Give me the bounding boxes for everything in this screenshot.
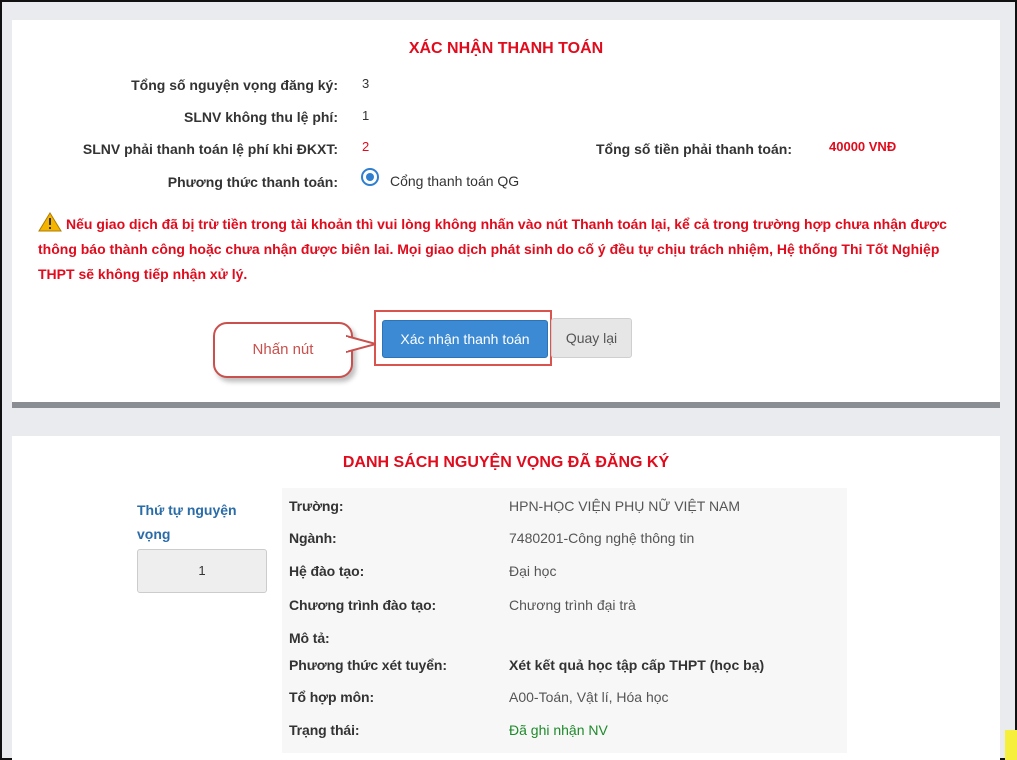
detail-row-program: Chương trình đào tạo: Chương trình đại t… [282, 591, 847, 619]
detail-value: A00-Toán, Vật lí, Hóa học [509, 689, 669, 705]
detail-key: Trường: [289, 498, 344, 514]
payment-method-value: Cổng thanh toán QG [390, 173, 520, 189]
detail-row-description: Mô tả: [282, 624, 847, 652]
status-value: Đã ghi nhận NV [509, 722, 608, 738]
detail-key: Chương trình đào tạo: [289, 597, 437, 613]
detail-row-subjects: Tổ hợp môn: A00-Toán, Vật lí, Hóa học [282, 683, 847, 711]
detail-key: Phương thức xét tuyển: [289, 657, 447, 673]
confirm-payment-button[interactable]: Xác nhận thanh toán [382, 320, 548, 358]
press-button-callout: Nhấn nút [213, 322, 353, 378]
wish-list-title: DANH SÁCH NGUYỆN VỌNG ĐÃ ĐĂNG KÝ [342, 454, 670, 471]
detail-value: HPN-HỌC VIỆN PHỤ NỮ VIỆT NAM [509, 498, 741, 514]
payment-method-label: Phương thức thanh toán: [167, 174, 338, 190]
total-wishes-value: 3 [362, 76, 370, 91]
detail-row-school: Trường: HPN-HỌC VIỆN PHỤ NỮ VIỆT NAM [282, 492, 847, 520]
paid-wishes-value: 2 [362, 139, 370, 154]
back-button[interactable]: Quay lại [551, 318, 632, 358]
detail-row-method: Phương thức xét tuyển: Xét kết quả học t… [282, 651, 847, 679]
detail-row-status: Trạng thái: Đã ghi nhận NV [282, 716, 847, 744]
callout-pointer [346, 334, 376, 354]
free-wishes-label: SLNV không thu lệ phí: [184, 109, 338, 125]
detail-value: Chương trình đại trà [509, 597, 636, 613]
payment-confirm-panel: XÁC NHẬN THANH TOÁN Tổng số nguyện vọng … [12, 20, 1000, 408]
warning-text: Nếu giao dịch đã bị trừ tiền trong tài k… [38, 216, 947, 282]
detail-row-level: Hệ đào tạo: Đại học [282, 557, 847, 585]
detail-value: 7480201-Công nghệ thông tin [509, 530, 695, 546]
detail-value: Xét kết quả học tập cấp THPT (học bạ) [509, 657, 765, 673]
detail-row-major: Ngành: 7480201-Công nghệ thông tin [282, 524, 847, 552]
detail-key: Trạng thái: [289, 722, 360, 738]
corner-highlight [1005, 730, 1017, 760]
detail-key: Mô tả: [289, 630, 330, 646]
payment-method-radio[interactable] [361, 168, 379, 186]
total-wishes-label: Tổng số nguyện vọng đăng ký: [131, 77, 338, 93]
wish-details: Trường: HPN-HỌC VIỆN PHỤ NỮ VIỆT NAM Ngà… [282, 488, 847, 753]
payment-title: XÁC NHẬN THANH TOÁN [408, 40, 604, 57]
detail-key: Hệ đào tạo: [289, 563, 365, 579]
detail-key: Ngành: [289, 530, 337, 546]
wish-order-field[interactable]: 1 [137, 549, 267, 593]
detail-key: Tổ hợp môn: [289, 689, 375, 705]
paid-wishes-label: SLNV phải thanh toán lệ phí khi ĐKXT: [82, 141, 338, 157]
wish-list-panel: DANH SÁCH NGUYỆN VỌNG ĐÃ ĐĂNG KÝ Thứ tự … [12, 436, 1000, 760]
free-wishes-value: 1 [362, 108, 370, 123]
total-amount-value: 40000 VNĐ [829, 139, 897, 154]
total-amount-label: Tổng số tiền phải thanh toán: [596, 141, 792, 157]
wish-order-label: Thứ tự nguyện vọng [137, 502, 237, 542]
warning-icon [38, 212, 62, 232]
payment-warning: Nếu giao dịch đã bị trừ tiền trong tài k… [38, 212, 968, 287]
detail-value: Đại học [509, 563, 557, 579]
